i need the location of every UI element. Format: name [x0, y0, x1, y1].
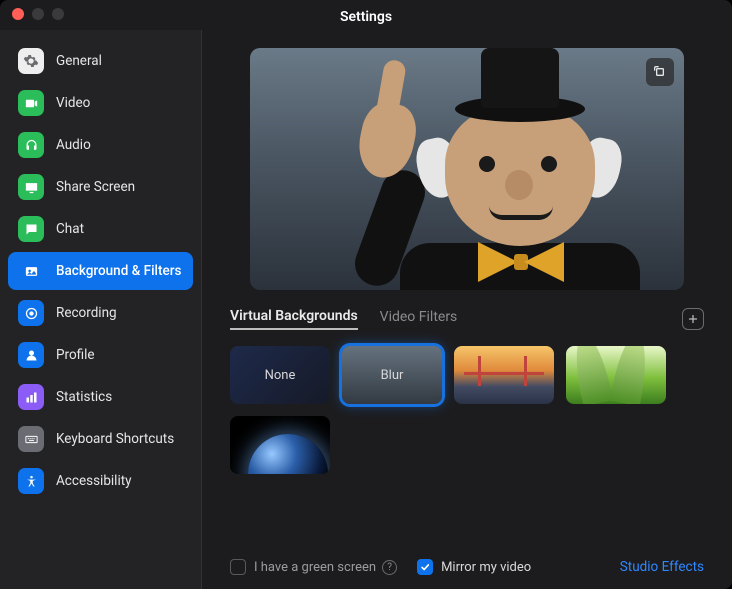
keyboard-icon: [18, 426, 44, 452]
background-option-grass[interactable]: [566, 346, 666, 404]
sidebar-item-label: Share Screen: [56, 179, 135, 195]
background-option-earth[interactable]: [230, 416, 330, 474]
traffic-lights: [12, 8, 64, 20]
sidebar-item-share-screen[interactable]: Share Screen: [8, 168, 193, 206]
background-thumbnails: None Blur: [230, 346, 704, 474]
footer-row: I have a green screen ? Mirror my video …: [230, 551, 704, 577]
green-screen-checkbox[interactable]: [230, 559, 246, 575]
mirror-video-label: Mirror my video: [441, 560, 531, 575]
sidebar-item-label: Profile: [56, 347, 95, 363]
sidebar-item-video[interactable]: Video: [8, 84, 193, 122]
background-option-none[interactable]: None: [230, 346, 330, 404]
background-icon: [18, 258, 44, 284]
minimize-window-button[interactable]: [32, 8, 44, 20]
sidebar-item-background-filters[interactable]: Background & Filters: [8, 252, 193, 290]
gear-icon: [18, 48, 44, 74]
sidebar-item-general[interactable]: General: [8, 42, 193, 80]
filter-tabs: Virtual Backgrounds Video Filters: [230, 308, 704, 330]
sidebar-item-profile[interactable]: Profile: [8, 336, 193, 374]
close-window-button[interactable]: [12, 8, 24, 20]
sidebar-item-label: Keyboard Shortcuts: [56, 431, 174, 447]
person-icon: [18, 342, 44, 368]
rotate-preview-button[interactable]: [646, 58, 674, 86]
sidebar-item-label: Statistics: [56, 389, 112, 405]
sidebar-item-keyboard-shortcuts[interactable]: Keyboard Shortcuts: [8, 420, 193, 458]
sidebar-item-label: Background & Filters: [56, 263, 181, 279]
studio-effects-link[interactable]: Studio Effects: [620, 559, 704, 575]
sidebar-item-label: Accessibility: [56, 473, 132, 489]
add-background-button[interactable]: [682, 308, 704, 330]
background-option-blur[interactable]: Blur: [342, 346, 442, 404]
titlebar: Settings: [0, 0, 732, 30]
sidebar-item-label: Video: [56, 95, 90, 111]
tab-video-filters[interactable]: Video Filters: [380, 309, 458, 329]
green-screen-label: I have a green screen: [254, 560, 376, 575]
sidebar-item-chat[interactable]: Chat: [8, 210, 193, 248]
record-icon: [18, 300, 44, 326]
thumbnail-label: Blur: [381, 368, 404, 383]
chat-icon: [18, 216, 44, 242]
sidebar-item-recording[interactable]: Recording: [8, 294, 193, 332]
main-panel: Virtual Backgrounds Video Filters None B…: [202, 30, 732, 589]
sidebar-item-label: Recording: [56, 305, 117, 321]
sidebar-item-label: General: [56, 53, 102, 69]
sidebar-item-audio[interactable]: Audio: [8, 126, 193, 164]
zoom-window-button[interactable]: [52, 8, 64, 20]
video-preview: [250, 48, 684, 290]
sidebar-item-label: Audio: [56, 137, 91, 153]
thumbnail-label: None: [265, 368, 296, 383]
mirror-video-checkbox[interactable]: [417, 559, 433, 575]
sidebar-item-statistics[interactable]: Statistics: [8, 378, 193, 416]
sidebar-item-label: Chat: [56, 221, 84, 237]
headphones-icon: [18, 132, 44, 158]
stats-icon: [18, 384, 44, 410]
green-screen-help-icon[interactable]: ?: [382, 560, 397, 575]
background-option-golden-gate[interactable]: [454, 346, 554, 404]
share-screen-icon: [18, 174, 44, 200]
accessibility-icon: [18, 468, 44, 494]
settings-sidebar: General Video Audio Share Screen: [0, 30, 202, 589]
sidebar-item-accessibility[interactable]: Accessibility: [8, 462, 193, 500]
video-icon: [18, 90, 44, 116]
window-title: Settings: [0, 9, 732, 25]
tab-virtual-backgrounds[interactable]: Virtual Backgrounds: [230, 308, 358, 330]
window-body: General Video Audio Share Screen: [0, 30, 732, 589]
settings-window: Settings General Video Audio: [0, 0, 732, 589]
